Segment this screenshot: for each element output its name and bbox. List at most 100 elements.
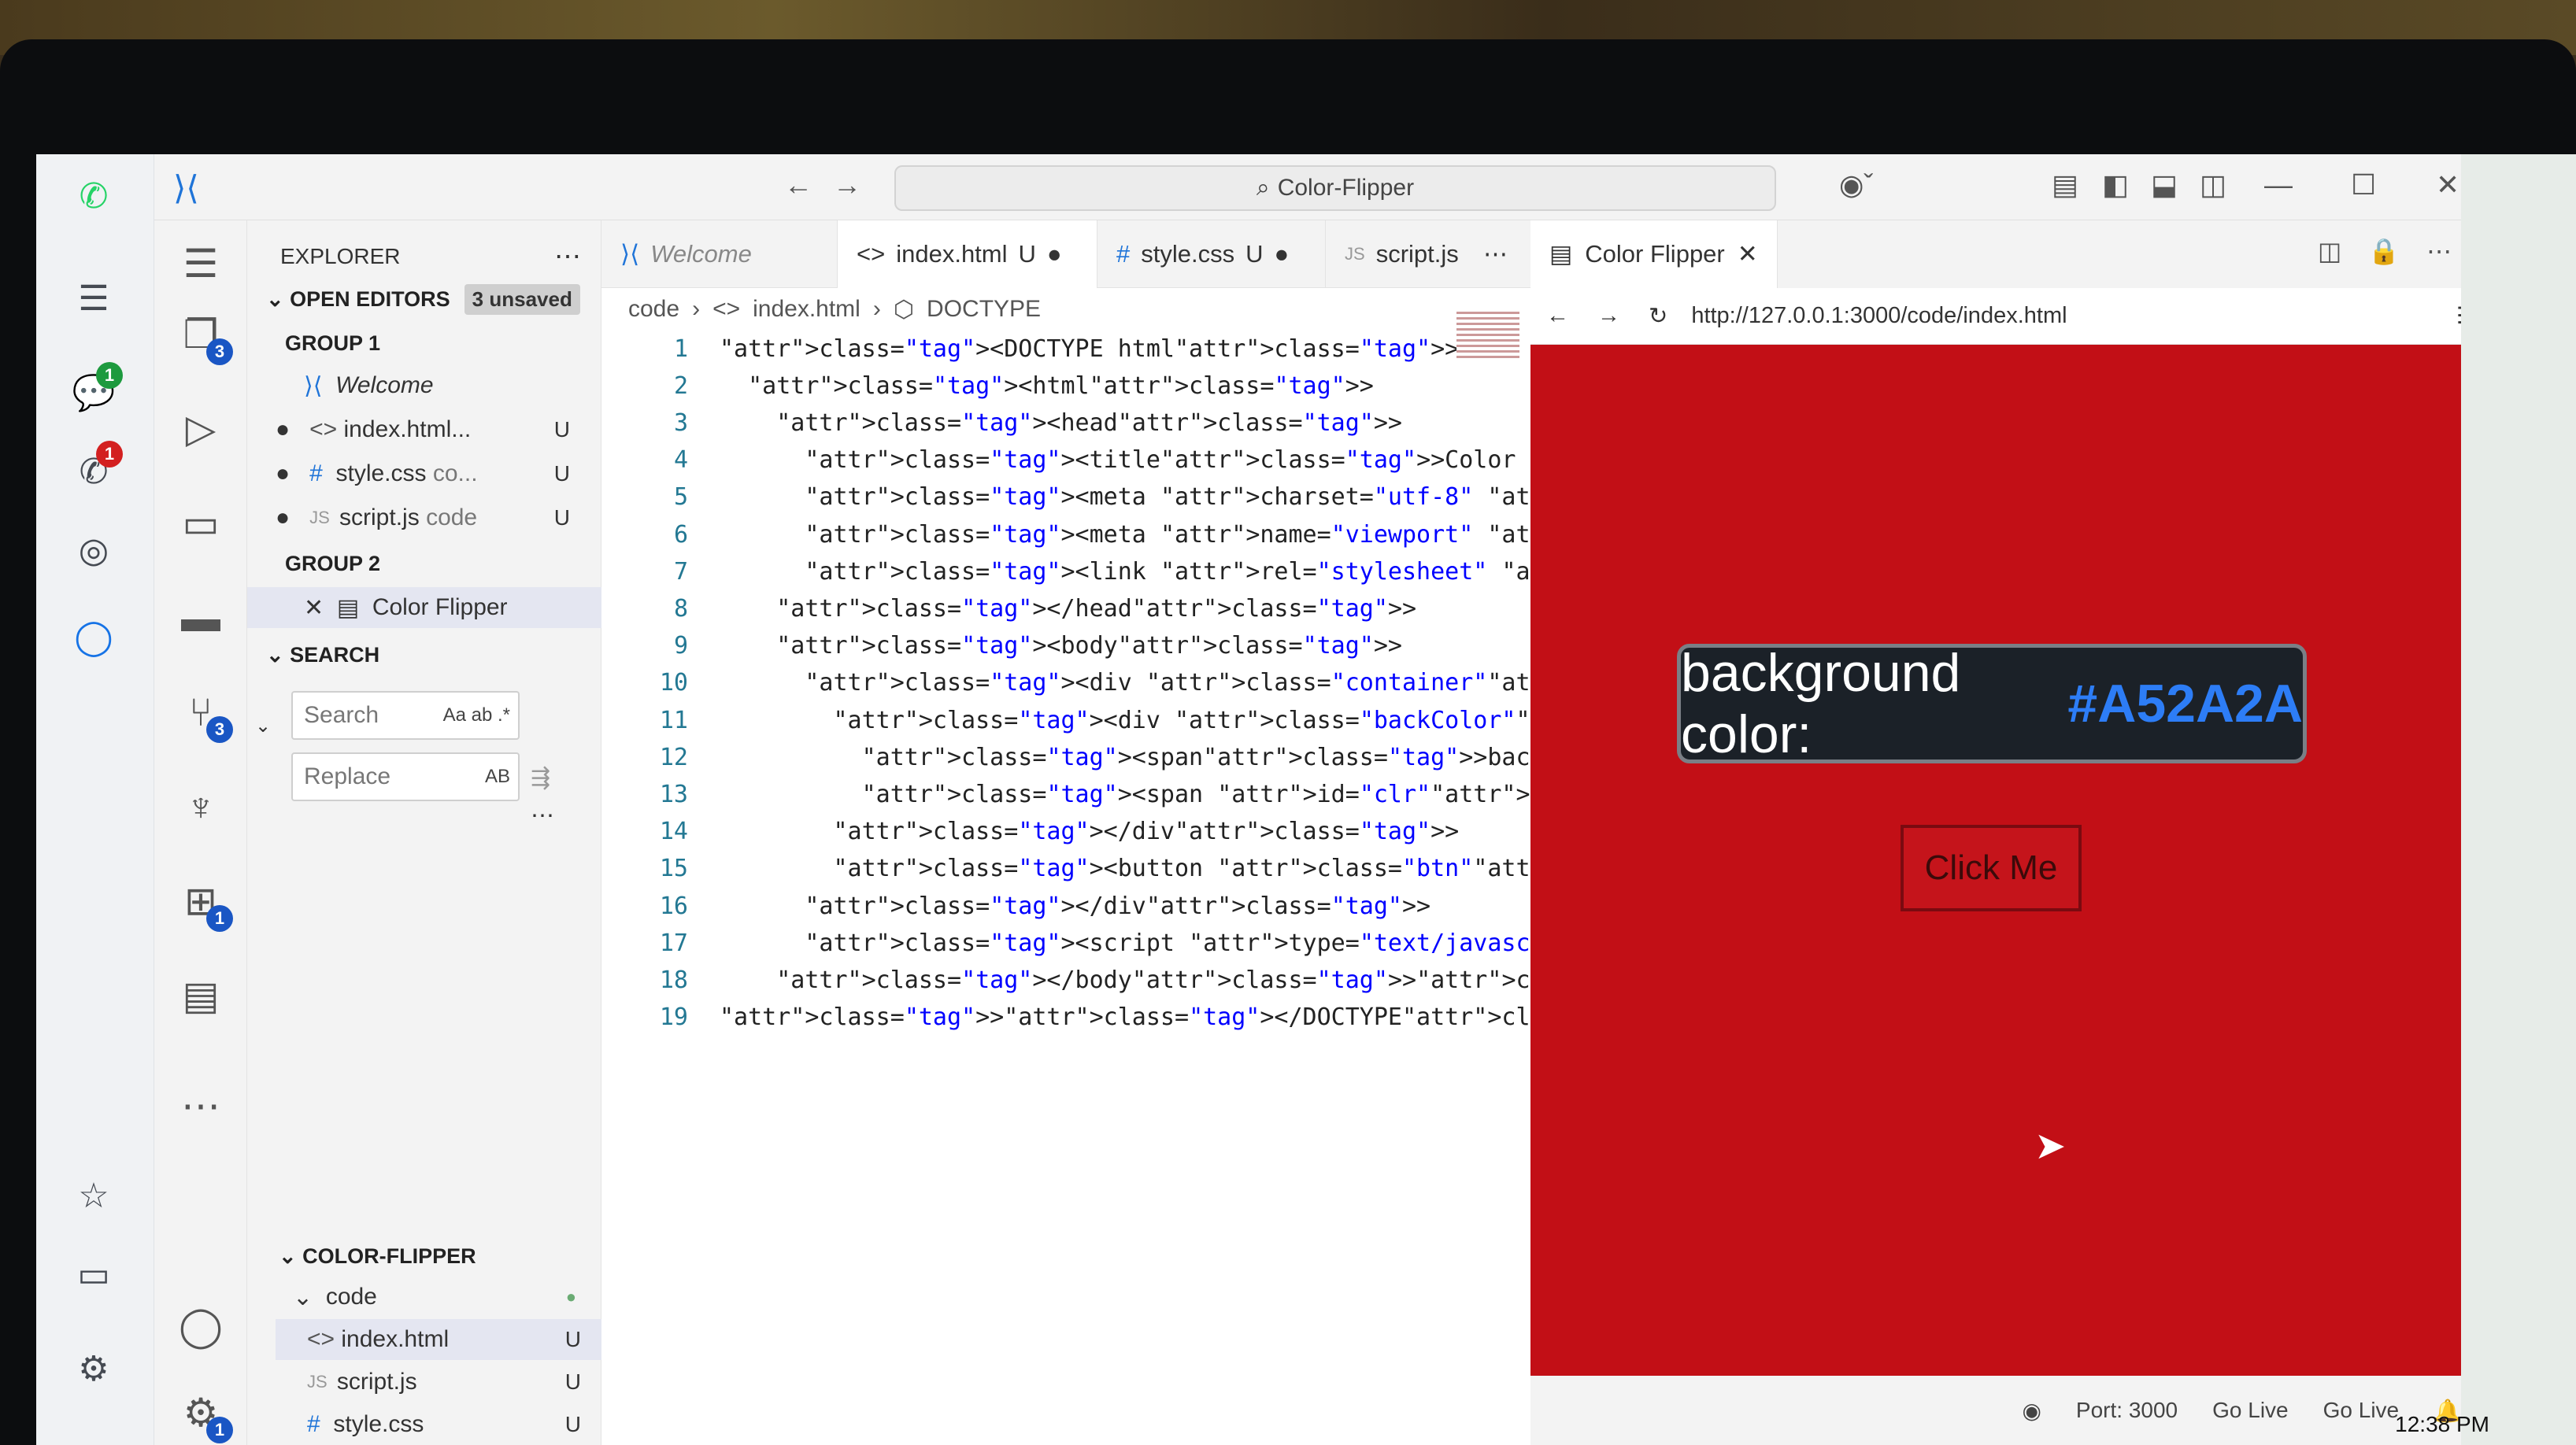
back-arrow-icon[interactable]: ← [784, 168, 812, 201]
copilot-icon[interactable]: ◉ˇ [1839, 168, 1873, 201]
open-editor-script[interactable]: ● JS script.js code U [276, 497, 590, 538]
tab-overflow-icon[interactable]: ⋯ [1475, 220, 1530, 288]
project-folder-icon[interactable]: ▤ [173, 968, 228, 1023]
open-in-browser-icon[interactable]: ☰ [2456, 302, 2461, 330]
remote-explorer-icon[interactable]: ▭ [173, 496, 228, 551]
folder-code[interactable]: ⌄ code ● [293, 1277, 592, 1318]
tab-index-html[interactable]: <> index.html U ● [838, 220, 1097, 288]
archive-icon[interactable]: ▭ [68, 1248, 120, 1300]
minimize-icon[interactable]: — [2264, 168, 2293, 201]
hamburger-icon[interactable]: ☰ [68, 272, 120, 324]
code-line[interactable]: 15 "attr">class="tag"><button "attr">cla… [601, 851, 2461, 887]
status-icon[interactable]: ◎ [68, 524, 120, 576]
folder-icon[interactable]: ▬ [173, 590, 228, 645]
code-line[interactable]: 18 "attr">class="tag"></body"attr">class… [601, 962, 1772, 998]
lock-icon[interactable]: 🔒 [2368, 236, 2400, 266]
file-style-css[interactable]: # style.css U [307, 1404, 601, 1445]
file-script-js[interactable]: JS script.js U [307, 1362, 601, 1402]
reload-icon[interactable]: ↻ [1649, 302, 1667, 330]
code-line[interactable]: 5 "attr">class="tag"><meta "attr">charse… [601, 479, 1786, 516]
circle-app-icon[interactable]: ◯ [68, 611, 120, 663]
replace-input[interactable]: Replace AB [291, 752, 520, 801]
forward-arrow-icon[interactable]: → [1597, 303, 1620, 329]
code-line[interactable]: 6 "attr">class="tag"><meta "attr">name="… [601, 516, 1871, 552]
search-input[interactable]: Search Aa ab .* [291, 691, 520, 740]
more-actions-icon[interactable]: ⋯ [2426, 236, 2452, 266]
maximize-icon[interactable]: ☐ [2351, 168, 2376, 201]
activity-bar: ☰ ❐ 3 ▷ ▭ ▬ ⑂ 3 ♆ ⊞ 1 ▤ ⋯ ◯ ⚙ 1 [154, 220, 247, 1445]
close-icon[interactable]: ✕ [304, 594, 337, 622]
preserve-case-option[interactable]: AB [485, 766, 510, 788]
settings-icon[interactable]: ⚙ [68, 1343, 120, 1395]
run-debug-icon[interactable]: ▷ [173, 401, 228, 456]
back-arrow-icon[interactable]: ← [1546, 303, 1569, 329]
copilot-status-icon[interactable]: ◉ [2022, 1398, 2041, 1424]
replace-all-icon[interactable]: ⇶ [531, 757, 550, 798]
code-line[interactable]: 1 "attr">class="tag"><DOCTYPE html"attr">… [601, 331, 1530, 367]
unsaved-dot-icon[interactable]: ● [1047, 240, 1062, 268]
toggle-replace-icon[interactable]: ⌄ [255, 705, 271, 746]
open-editor-welcome[interactable]: ⟩⟨ Welcome [304, 365, 595, 406]
code-line[interactable]: 7 "attr">class="tag"><link "attr">rel="s… [601, 553, 2141, 589]
click-me-button[interactable]: Click Me [1901, 825, 2082, 911]
code-line[interactable]: 10 "attr">class="tag"><div "attr">class=… [601, 665, 1772, 701]
close-icon[interactable]: ✕ [2436, 168, 2459, 201]
breadcrumb-code[interactable]: code [628, 296, 679, 323]
star-icon[interactable]: ☆ [68, 1170, 120, 1221]
code-line[interactable]: 14 "attr">class="tag"></div"attr">class=… [601, 814, 1530, 850]
source-control-icon[interactable]: ⑂ 3 [173, 685, 233, 743]
toggle-panel-icon[interactable]: ⬓ [2151, 168, 2178, 201]
code-line[interactable]: 8 "attr">class="tag"></head"attr">class=… [601, 590, 1530, 626]
url-input[interactable]: http://127.0.0.1:3000/code/index.html [1691, 303, 2067, 329]
account-icon[interactable]: ◯ [173, 1299, 228, 1354]
port-status[interactable]: Port: 3000 [2076, 1398, 2178, 1423]
command-center[interactable]: ⌕ Color-Flipper [894, 165, 1776, 211]
split-editor-icon[interactable]: ◫ [2318, 236, 2341, 266]
code-line[interactable]: 17 "attr">class="tag"><script "attr">typ… [601, 925, 1871, 961]
open-editor-style[interactable]: ● # style.css co... U [276, 453, 590, 494]
explorer-more-icon[interactable]: ⋯ [554, 236, 581, 277]
close-icon[interactable]: ✕ [1738, 240, 1758, 268]
code-line[interactable]: 4 "attr">class="tag"><title"attr">class=… [601, 442, 2284, 479]
code-line[interactable]: 11 "attr">class="tag"><div "attr">class=… [601, 702, 1801, 738]
toggle-sidebar-icon[interactable]: ◧ [2102, 168, 2129, 201]
go-live-button-2[interactable]: Go Live [2323, 1398, 2400, 1423]
code-line[interactable]: 19 "attr">class="tag">>"attr">class="tag"… [601, 1000, 1686, 1036]
menu-icon[interactable]: ☰ [173, 236, 228, 291]
project-section[interactable]: ⌄ COLOR-FLIPPER [279, 1236, 476, 1277]
more-icon[interactable]: ⋯ [173, 1078, 228, 1133]
code-line[interactable]: 9 "attr">class="tag"><body"attr">class="… [601, 628, 1530, 664]
code-line[interactable]: 2 "attr">class="tag"><html"attr">class="… [601, 368, 1530, 404]
tab-welcome[interactable]: ⟩⟨ Welcome [601, 220, 838, 288]
tab-color-flipper[interactable]: ▤ Color Flipper ✕ [1530, 220, 1778, 288]
code-line[interactable]: 13 "attr">class="tag"><span "attr">id="c… [601, 776, 2455, 812]
search-section[interactable]: ⌄ SEARCH [266, 634, 379, 675]
phone-icon[interactable]: ✆ 1 [68, 441, 123, 497]
open-editor-color-flipper[interactable]: ✕ ▤ Color Flipper [247, 587, 601, 628]
tab-style-css[interactable]: # style.css U ● [1097, 220, 1326, 288]
breadcrumb-symbol[interactable]: DOCTYPE [927, 296, 1041, 323]
forward-arrow-icon[interactable]: → [833, 168, 861, 201]
minimap[interactable] [1456, 312, 1519, 359]
manage-gear-icon[interactable]: ⚙ 1 [173, 1385, 233, 1443]
breadcrumb-file[interactable]: index.html [753, 296, 861, 323]
open-editor-index[interactable]: ● <> index.html... U [276, 409, 590, 450]
code-line[interactable]: 3 "attr">class="tag"><head"attr">class="… [601, 405, 1530, 441]
line-number: 12 [659, 743, 688, 771]
unsaved-dot-icon[interactable]: ● [1275, 240, 1290, 268]
code-line[interactable]: 12 "attr">class="tag"><span"attr">class=… [601, 739, 2369, 775]
search-options[interactable]: Aa ab .* [443, 704, 510, 726]
more-options-icon[interactable]: ⋯ [531, 795, 554, 836]
explorer-icon[interactable]: ❐ 3 [173, 307, 233, 365]
python-icon[interactable]: ♆ [173, 779, 228, 834]
tab-script-js[interactable]: JS script.js [1326, 220, 1483, 288]
toggle-secondary-icon[interactable]: ◫ [2200, 168, 2226, 201]
open-editors-section[interactable]: ⌄ OPEN EDITORS 3 unsaved [266, 279, 580, 320]
file-index-html[interactable]: <> index.html U [276, 1319, 601, 1360]
whatsapp-icon[interactable]: ✆ [68, 170, 120, 222]
chat-icon[interactable]: 💬 1 [68, 362, 123, 419]
code-line[interactable]: 16 "attr">class="tag"></div"attr">class=… [601, 888, 1530, 924]
go-live-button-1[interactable]: Go Live [2212, 1398, 2289, 1423]
layout-icon[interactable]: ▤ [2052, 168, 2078, 201]
extensions-icon[interactable]: ⊞ 1 [173, 874, 233, 932]
